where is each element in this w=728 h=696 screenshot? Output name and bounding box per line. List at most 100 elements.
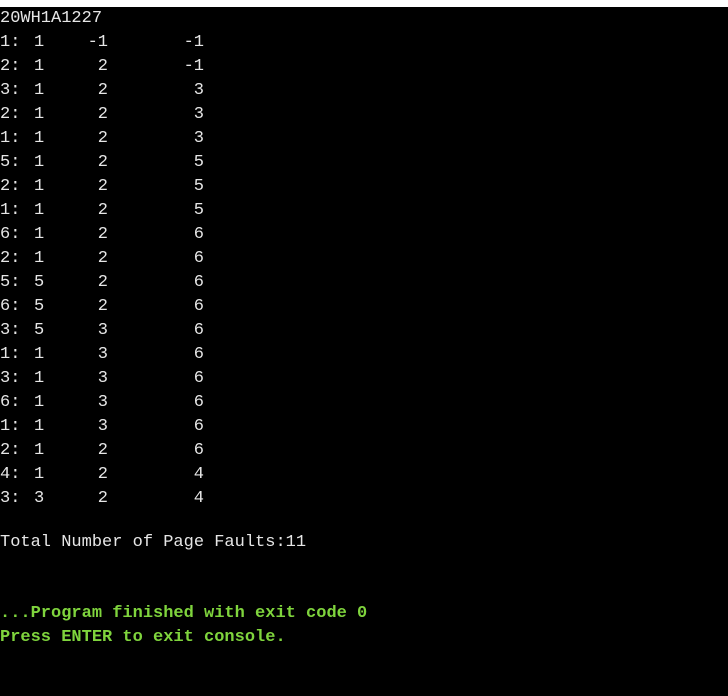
table-row: 5: 1 2 5	[0, 151, 728, 175]
console-header: 20WH1A1227	[0, 9, 103, 28]
frame-1-cell: 1	[34, 249, 45, 268]
page-number-cell: 2:	[0, 57, 21, 76]
frame-2-cell: 3	[97, 345, 108, 364]
page-number-cell: 6:	[0, 225, 21, 244]
page-fault-summary: Total Number of Page Faults:11	[0, 533, 307, 552]
frame-1-cell: 1	[34, 177, 45, 196]
frame-2-cell: 2	[97, 129, 108, 148]
frame-1-cell: 1	[34, 57, 45, 76]
table-row: 6: 1 2 6	[0, 223, 728, 247]
window-top-strip	[0, 0, 728, 7]
frame-1-cell: 5	[34, 297, 45, 316]
frame-2-cell: 3	[97, 369, 108, 388]
frame-1-cell: 1	[34, 417, 45, 436]
frame-2-cell: 2	[97, 441, 108, 460]
frame-2-cell: -1	[87, 33, 108, 52]
frame-3-cell: 6	[193, 417, 204, 436]
frame-2-cell: 2	[97, 153, 108, 172]
table-row: 2: 1 2 6	[0, 439, 728, 463]
table-row: 6: 1 3 6	[0, 391, 728, 415]
frame-2-cell: 2	[97, 201, 108, 220]
page-number-cell: 4:	[0, 465, 21, 484]
frame-2-cell: 2	[97, 249, 108, 268]
table-row: 2: 1 2 5	[0, 175, 728, 199]
frame-3-cell: 3	[193, 81, 204, 100]
frame-3-cell: 6	[193, 369, 204, 388]
frame-3-cell: 3	[193, 105, 204, 124]
table-row: 1: 1 3 6	[0, 415, 728, 439]
page-number-cell: 2:	[0, 249, 21, 268]
frame-3-cell: 6	[193, 321, 204, 340]
frame-2-cell: 2	[97, 465, 108, 484]
page-number-cell: 1:	[0, 345, 21, 364]
table-row: 2: 1 2 -1	[0, 55, 728, 79]
table-row: 2: 1 2 3	[0, 103, 728, 127]
frame-3-cell: -1	[183, 57, 204, 76]
frame-3-cell: 5	[193, 201, 204, 220]
frame-1-cell: 1	[34, 345, 45, 364]
frame-1-cell: 3	[34, 489, 45, 508]
table-row: 1: 1 3 6	[0, 343, 728, 367]
frame-2-cell: 3	[97, 321, 108, 340]
page-number-cell: 6:	[0, 297, 21, 316]
frame-1-cell: 1	[34, 105, 45, 124]
table-row: 1: 1 2 3	[0, 127, 728, 151]
table-row: 6: 5 2 6	[0, 295, 728, 319]
page-number-cell: 3:	[0, 369, 21, 388]
frame-1-cell: 1	[34, 33, 45, 52]
page-number-cell: 5:	[0, 273, 21, 292]
frame-1-cell: 5	[34, 273, 45, 292]
frame-3-cell: 4	[193, 465, 204, 484]
frame-3-cell: 6	[193, 249, 204, 268]
page-table: 1: 1 -1 -1 2: 1 2 -1 3: 1 2 3 2: 1 2 3 1: 1 2 3 5: 1 2 5 2: 1 2 5 1:…	[0, 31, 728, 511]
page-number-cell: 2:	[0, 105, 21, 124]
console-output[interactable]: 20WH1A1227 1: 1 -1 -1 2: 1 2 -1 3: 1 2 3 2: 1 2 3 1: 1 2 3 5…	[0, 7, 728, 650]
frame-3-cell: 3	[193, 129, 204, 148]
frame-1-cell: 1	[34, 201, 45, 220]
frame-2-cell: 2	[97, 81, 108, 100]
table-row: 4: 1 2 4	[0, 463, 728, 487]
frame-3-cell: 6	[193, 393, 204, 412]
table-row: 3: 5 3 6	[0, 319, 728, 343]
exit-prompt: Press ENTER to exit console.	[0, 628, 286, 647]
frame-1-cell: 5	[34, 321, 45, 340]
frame-3-cell: 6	[193, 441, 204, 460]
page-number-cell: 5:	[0, 153, 21, 172]
page-number-cell: 2:	[0, 177, 21, 196]
page-number-cell: 1:	[0, 201, 21, 220]
frame-1-cell: 1	[34, 441, 45, 460]
frame-2-cell: 2	[97, 273, 108, 292]
frame-2-cell: 3	[97, 417, 108, 436]
frame-2-cell: 2	[97, 105, 108, 124]
frame-2-cell: 2	[97, 297, 108, 316]
frame-3-cell: 6	[193, 345, 204, 364]
frame-3-cell: 6	[193, 225, 204, 244]
table-row: 3: 1 2 3	[0, 79, 728, 103]
table-row: 5: 5 2 6	[0, 271, 728, 295]
page-number-cell: 1:	[0, 129, 21, 148]
table-row: 3: 1 3 6	[0, 367, 728, 391]
frame-3-cell: 4	[193, 489, 204, 508]
frame-1-cell: 1	[34, 153, 45, 172]
frame-2-cell: 2	[97, 57, 108, 76]
page-number-cell: 3:	[0, 489, 21, 508]
page-number-cell: 2:	[0, 441, 21, 460]
frame-2-cell: 2	[97, 489, 108, 508]
frame-2-cell: 2	[97, 225, 108, 244]
page-number-cell: 3:	[0, 81, 21, 100]
page-number-cell: 3:	[0, 321, 21, 340]
program-finished-message: ...Program finished with exit code 0	[0, 604, 368, 623]
frame-1-cell: 1	[34, 129, 45, 148]
table-row: 1: 1 -1 -1	[0, 31, 728, 55]
frame-3-cell: 6	[193, 297, 204, 316]
frame-3-cell: 5	[193, 153, 204, 172]
frame-1-cell: 1	[34, 225, 45, 244]
frame-3-cell: 6	[193, 273, 204, 292]
frame-3-cell: 5	[193, 177, 204, 196]
frame-2-cell: 2	[97, 177, 108, 196]
frame-3-cell: -1	[183, 33, 204, 52]
page-number-cell: 1:	[0, 417, 21, 436]
table-row: 1: 1 2 5	[0, 199, 728, 223]
